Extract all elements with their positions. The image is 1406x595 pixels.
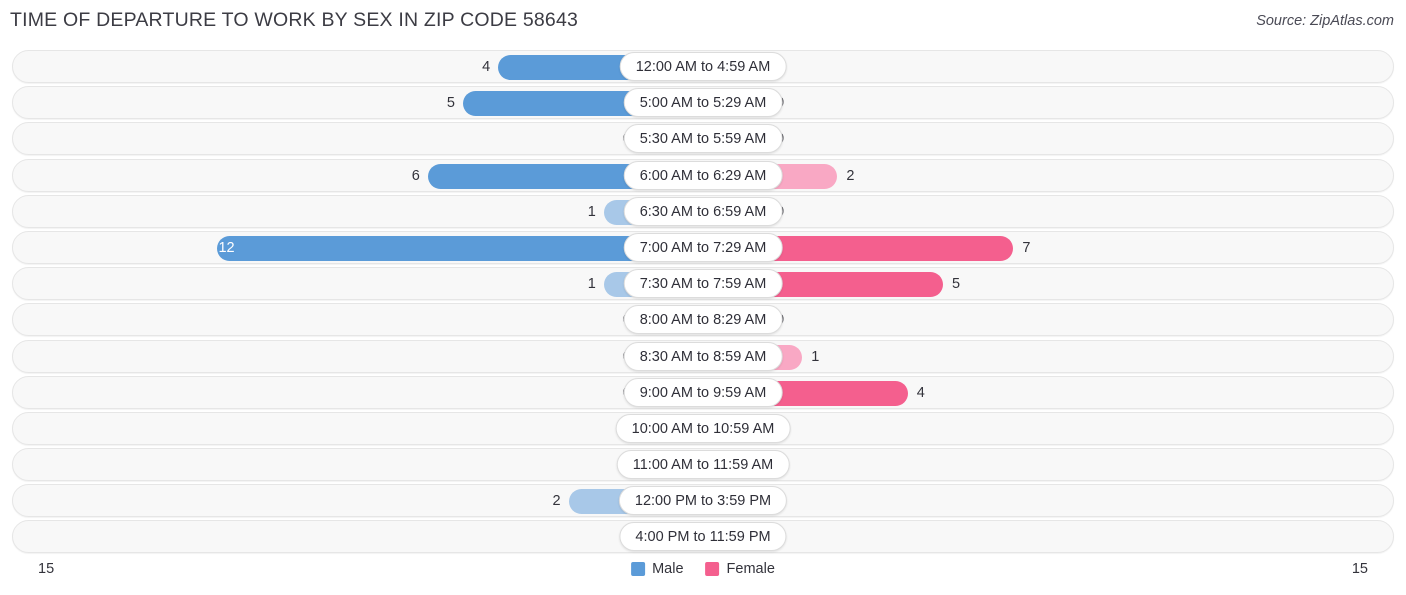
female-value-label: 4 — [916, 384, 925, 401]
legend-item-female[interactable]: Female — [705, 561, 775, 577]
female-value-label: 2 — [846, 167, 855, 184]
chart-row: 0011:00 AM to 11:59 AM — [12, 448, 1394, 482]
chart-row: 4012:00 AM to 4:59 AM — [12, 50, 1394, 83]
chart-row: 505:00 AM to 5:29 AM — [12, 86, 1394, 120]
chart-row: 018:30 AM to 8:59 AM — [12, 339, 1394, 373]
row-track: 0010:00 AM to 10:59 AM — [13, 413, 1393, 444]
chart-header: TIME OF DEPARTURE TO WORK BY SEX IN ZIP … — [0, 0, 1406, 42]
chart-row: 0010:00 AM to 10:59 AM — [12, 411, 1394, 445]
category-label-pill: 11:00 AM to 11:59 AM — [616, 450, 790, 480]
chart-row: 049:00 AM to 9:59 AM — [12, 375, 1394, 409]
page-title: TIME OF DEPARTURE TO WORK BY SEX IN ZIP … — [10, 9, 579, 31]
male-value-label: 1 — [587, 203, 596, 220]
male-value-label: 12 — [218, 239, 235, 256]
chart-row: 1 5 7:30 AM to 7:59 AM — [12, 267, 1394, 301]
female-value-label: 5 — [952, 276, 961, 293]
chart-legend: Male Female — [631, 561, 775, 577]
legend-label-female: Female — [726, 561, 775, 577]
male-value-label: 2 — [552, 493, 561, 510]
legend-swatch-male — [631, 562, 646, 576]
category-label-pill: 4:00 PM to 11:59 PM — [619, 522, 787, 552]
chart-row: 2012:00 PM to 3:59 PM — [12, 484, 1394, 518]
female-value-label: 7 — [1022, 239, 1031, 256]
row-track: 0011:00 AM to 11:59 AM — [13, 449, 1393, 480]
female-value-label: 1 — [811, 348, 820, 365]
category-label-pill: 6:30 AM to 6:59 AM — [623, 196, 783, 226]
row-track: 6 2 6:00 AM to 6:29 AM — [13, 160, 1393, 191]
row-track: 018:30 AM to 8:59 AM — [13, 341, 1393, 372]
category-label-pill: 9:00 AM to 9:59 AM — [623, 377, 783, 407]
row-track: 1 5 7:30 AM to 7:59 AM — [13, 268, 1393, 299]
category-label-pill: 12:00 PM to 3:59 PM — [618, 486, 788, 516]
male-value-label: 1 — [587, 276, 596, 293]
chart-rows: 4012:00 AM to 4:59 AM 505:00 AM to 5:29 A… — [0, 50, 1406, 557]
row-track: 505:00 AM to 5:29 AM — [13, 87, 1393, 118]
chart-page: TIME OF DEPARTURE TO WORK BY SEX IN ZIP … — [0, 0, 1406, 595]
row-track: 008:00 AM to 8:29 AM — [13, 304, 1393, 335]
category-label-pill: 7:30 AM to 7:59 AM — [623, 269, 783, 299]
male-value-label: 6 — [411, 167, 420, 184]
category-label-pill: 7:00 AM to 7:29 AM — [623, 232, 783, 262]
category-label-pill: 12:00 AM to 4:59 AM — [619, 52, 787, 81]
chart-row: 6 2 6:00 AM to 6:29 AM — [12, 158, 1394, 192]
category-label-pill: 6:00 AM to 6:29 AM — [623, 160, 783, 190]
chart-row: 008:00 AM to 8:29 AM — [12, 303, 1394, 337]
legend-label-male: Male — [652, 561, 684, 577]
chart-row: 005:30 AM to 5:59 AM — [12, 122, 1394, 156]
male-value-label: 4 — [482, 59, 491, 75]
row-track: 004:00 PM to 11:59 PM — [13, 521, 1393, 552]
axis-max-left: 15 — [38, 561, 55, 577]
row-track: 005:30 AM to 5:59 AM — [13, 123, 1393, 154]
row-track: 2012:00 PM to 3:59 PM — [13, 485, 1393, 516]
legend-swatch-female — [705, 562, 720, 576]
row-track: 049:00 AM to 9:59 AM — [13, 377, 1393, 408]
row-track: 106:30 AM to 6:59 AM — [13, 196, 1393, 227]
category-label-pill: 8:30 AM to 8:59 AM — [623, 341, 783, 371]
category-label-pill: 8:00 AM to 8:29 AM — [623, 305, 783, 335]
legend-item-male[interactable]: Male — [631, 561, 684, 577]
chart-row: 004:00 PM to 11:59 PM — [12, 520, 1394, 554]
male-value-label: 5 — [446, 95, 455, 112]
category-label-pill: 10:00 AM to 10:59 AM — [615, 413, 791, 443]
chart-row: 106:30 AM to 6:59 AM — [12, 194, 1394, 228]
chart-row: 12 7 7:00 AM to 7:29 AM — [12, 230, 1394, 264]
row-track: 4012:00 AM to 4:59 AM — [13, 51, 1393, 82]
axis-max-right: 15 — [1351, 561, 1368, 577]
chart-footer: 15 Male Female 15 — [0, 556, 1406, 590]
row-track: 12 7 7:00 AM to 7:29 AM — [13, 232, 1393, 263]
category-label-pill: 5:00 AM to 5:29 AM — [623, 88, 783, 118]
category-label-pill: 5:30 AM to 5:59 AM — [623, 124, 783, 154]
source-attribution: Source: ZipAtlas.com — [1256, 13, 1394, 29]
